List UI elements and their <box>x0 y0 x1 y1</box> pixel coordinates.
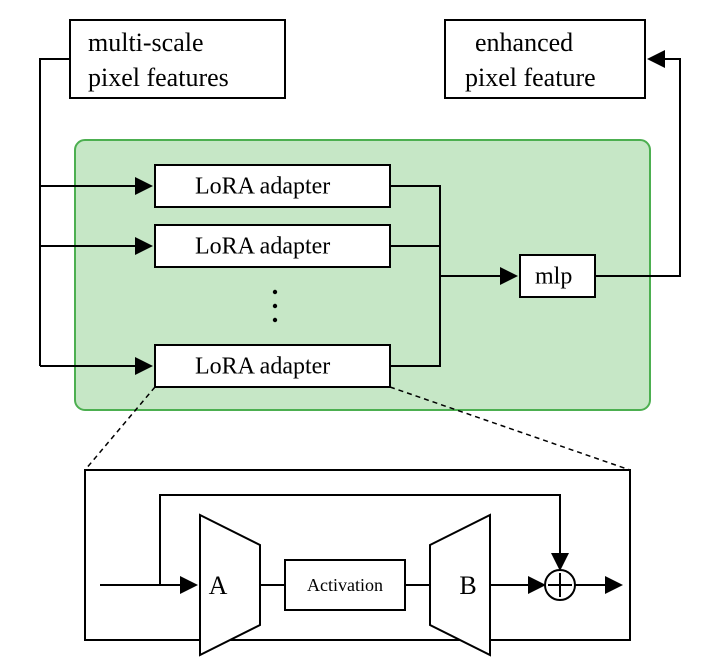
sum-icon <box>545 570 575 600</box>
input-box: multi-scale pixel features <box>70 20 285 98</box>
lora-label-3: LoRA adapter <box>195 354 330 380</box>
architecture-diagram: multi-scale pixel features enhanced pixe… <box>0 0 706 659</box>
label-B: B <box>459 571 476 600</box>
input-label-line2: pixel features <box>88 63 229 92</box>
lora-adapter-2: LoRA adapter <box>155 225 390 267</box>
edge-input-trunk <box>40 59 70 366</box>
output-box: enhanced pixel feature <box>445 20 645 98</box>
lora-adapter-1: LoRA adapter <box>155 165 390 207</box>
mlp-label: mlp <box>535 264 572 290</box>
label-A: A <box>209 571 228 600</box>
output-label-line2: pixel feature <box>465 63 596 92</box>
input-label-line1: multi-scale <box>88 28 204 57</box>
lora-detail-box: A Activation B <box>85 470 630 655</box>
label-activation: Activation <box>307 575 383 595</box>
mlp-box: mlp <box>520 255 595 297</box>
lora-label-1: LoRA adapter <box>195 174 330 200</box>
lora-adapter-3: LoRA adapter <box>155 345 390 387</box>
output-label-line1: enhanced <box>475 28 573 57</box>
lora-label-2: LoRA adapter <box>195 234 330 260</box>
